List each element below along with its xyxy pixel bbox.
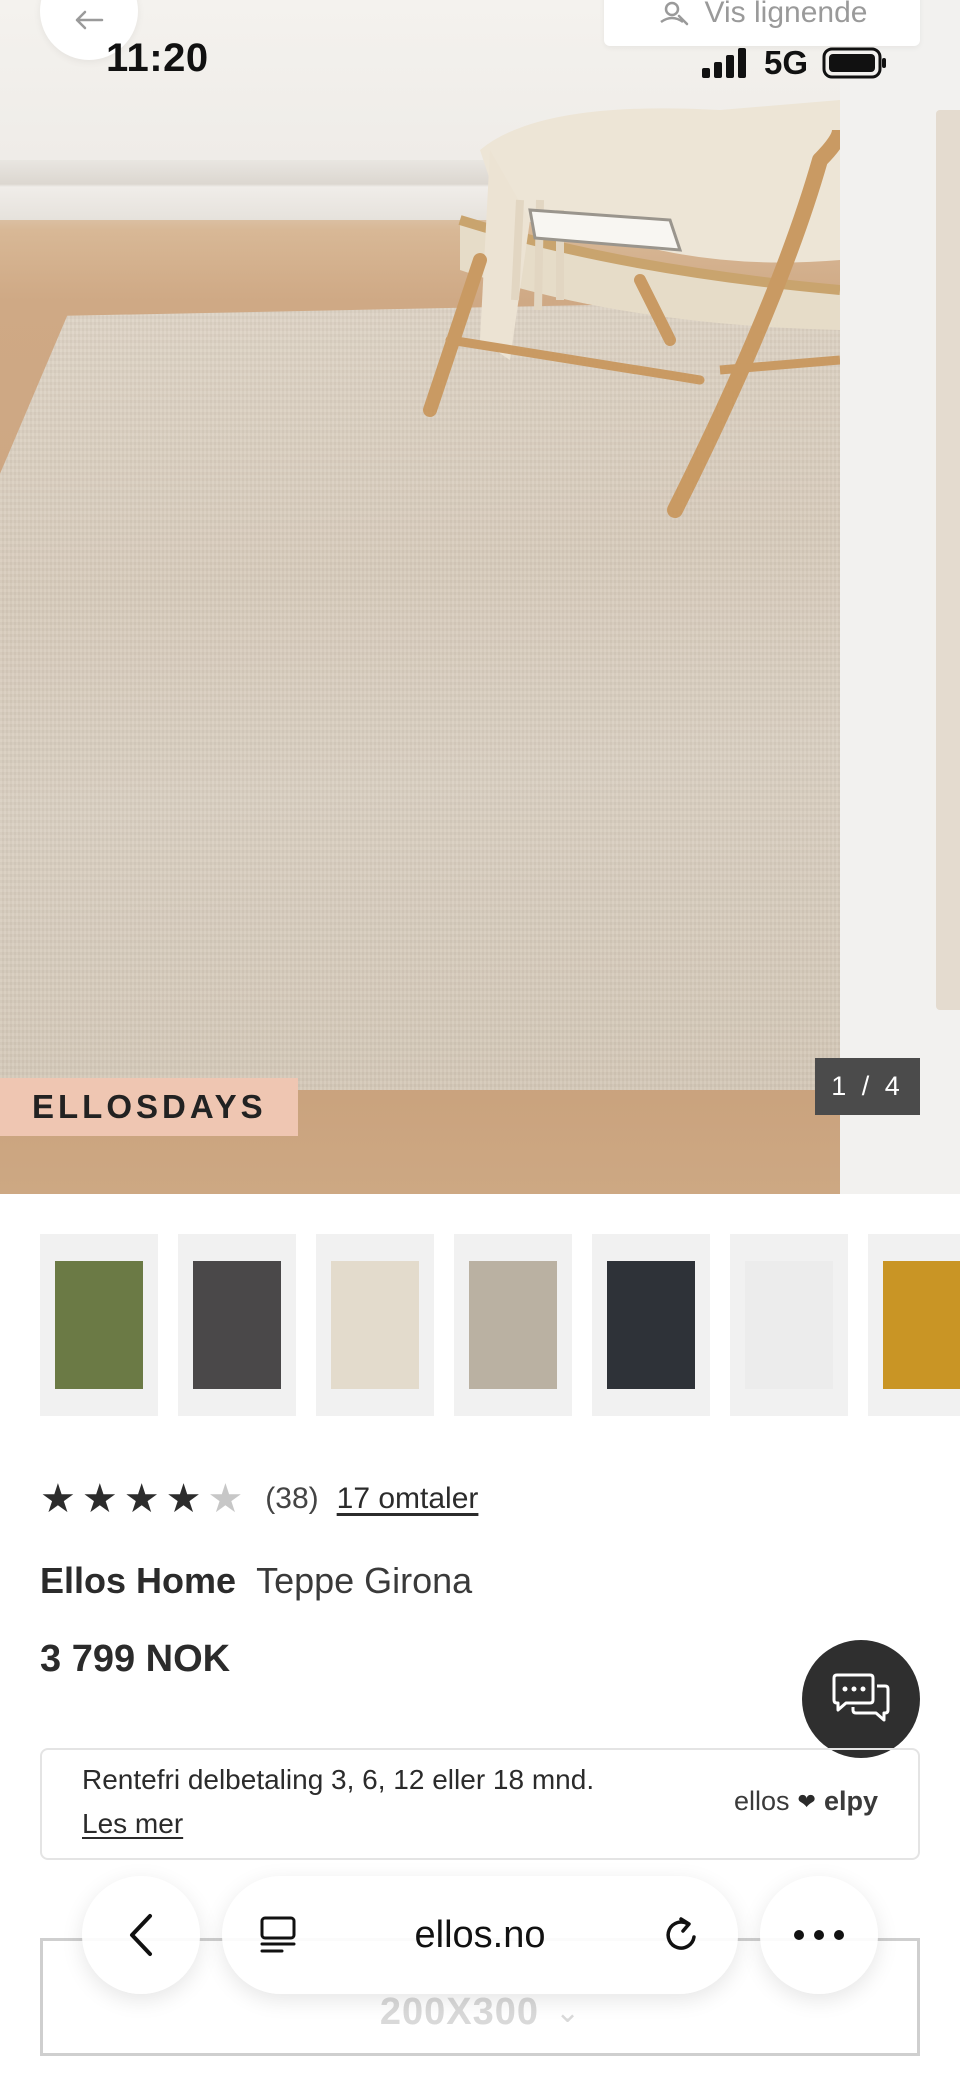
heart-icon: ❤ xyxy=(797,1788,816,1814)
logo-elpy: elpy xyxy=(823,1786,878,1816)
financing-read-more-link[interactable]: Les mer xyxy=(82,1808,183,1840)
tabs-overview-icon[interactable] xyxy=(258,1915,298,1955)
next-image-peek[interactable] xyxy=(840,0,960,1194)
rating-stars: ★ ★ ★ ★ ★ xyxy=(40,1479,243,1519)
star-filled-icon: ★ xyxy=(165,1477,202,1521)
swatch-tile xyxy=(55,1261,143,1389)
address-bar[interactable]: ellos.no xyxy=(222,1876,738,1994)
product-title: Ellos Home Teppe Girona xyxy=(40,1560,472,1602)
color-swatch-greige[interactable] xyxy=(454,1234,572,1416)
product-rating: ★ ★ ★ ★ ★ (38) 17 omtaler xyxy=(40,1476,478,1522)
image-counter: 1 / 4 xyxy=(815,1058,920,1115)
status-time: 11:20 xyxy=(106,36,209,80)
promo-tag: ELLOSDAYS xyxy=(0,1078,298,1136)
browser-toolbar: ellos.no xyxy=(82,1876,878,1994)
color-swatch-cream[interactable] xyxy=(316,1234,434,1416)
color-swatch-mustard[interactable] xyxy=(868,1234,960,1416)
color-swatch-charcoal[interactable] xyxy=(178,1234,296,1416)
reload-icon[interactable] xyxy=(662,1915,702,1955)
star-empty-icon: ★ xyxy=(207,1477,244,1521)
signal-icon xyxy=(702,48,746,78)
product-brand[interactable]: Ellos Home xyxy=(40,1560,236,1602)
swatch-tile xyxy=(331,1261,419,1389)
swatch-tile xyxy=(607,1261,695,1389)
swatch-tile xyxy=(745,1261,833,1389)
color-swatch-navy-black[interactable] xyxy=(592,1234,710,1416)
arrow-left-icon xyxy=(75,10,104,30)
battery-icon xyxy=(822,47,887,79)
financing-banner: Rentefri delbetaling 3, 6, 12 eller 18 m… xyxy=(40,1748,920,1860)
size-selector-value: 200X300 xyxy=(379,1990,539,2033)
star-filled-icon: ★ xyxy=(81,1477,118,1521)
swatch-tile xyxy=(469,1261,557,1389)
product-image-gallery[interactable]: Vis lignende 11:20 5G ELLOSDAYS 1 / 4 xyxy=(0,0,960,1194)
chat-bubbles-icon xyxy=(832,1673,890,1722)
ellos-elpy-logo: ellos ❤ elpy xyxy=(734,1786,878,1817)
chevron-down-icon: ⌄ xyxy=(555,1995,581,2029)
visual-search-icon xyxy=(659,1,688,26)
color-swatch-green[interactable] xyxy=(40,1234,158,1416)
logo-ellos: ellos xyxy=(734,1786,790,1816)
url-text: ellos.no xyxy=(414,1913,546,1956)
swatch-tile xyxy=(883,1261,960,1389)
chat-button[interactable] xyxy=(802,1640,920,1758)
show-similar-button[interactable]: Vis lignende xyxy=(604,0,920,46)
star-filled-icon: ★ xyxy=(40,1477,76,1521)
reviews-link[interactable]: 17 omtaler xyxy=(337,1482,479,1516)
product-price: 3 799 NOK xyxy=(40,1638,231,1680)
product-image[interactable] xyxy=(0,0,840,1194)
star-filled-icon: ★ xyxy=(123,1477,160,1521)
image-chair xyxy=(423,100,840,518)
swatch-tile xyxy=(193,1261,281,1389)
chevron-left-icon xyxy=(130,1914,152,1956)
color-swatch-white[interactable] xyxy=(730,1234,848,1416)
browser-back-button[interactable] xyxy=(82,1876,200,1994)
browser-more-button[interactable] xyxy=(760,1876,878,1994)
show-similar-label: Vis lignende xyxy=(704,0,868,29)
network-label: 5G xyxy=(764,44,809,81)
product-name: Teppe Girona xyxy=(256,1560,473,1601)
status-indicators: 5G xyxy=(700,44,888,82)
rating-count: (38) xyxy=(265,1482,319,1515)
more-dots-icon xyxy=(794,1930,844,1940)
financing-text: Rentefri delbetaling 3, 6, 12 eller 18 m… xyxy=(82,1764,595,1795)
color-swatches xyxy=(40,1234,960,1416)
